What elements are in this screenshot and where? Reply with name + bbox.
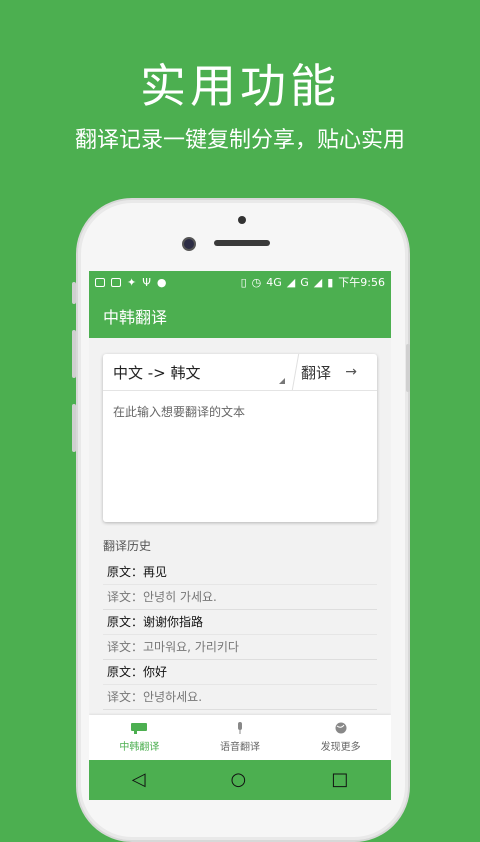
nav-tab-translate[interactable]: 中韩翻译: [89, 715, 190, 760]
side-button-left-3: [72, 404, 76, 452]
bottom-navigation: 中韩翻译 语音翻译 发现更多: [89, 715, 391, 760]
network-4g: 4G: [266, 275, 282, 289]
side-button-left-1: [72, 282, 76, 304]
nav-label: 发现更多: [320, 742, 361, 753]
battery-icon: ▮: [327, 275, 334, 289]
history-source: 原文：再见: [107, 565, 168, 579]
source-text-input[interactable]: 在此输入想要翻译的文本: [103, 391, 377, 432]
recents-icon[interactable]: □: [331, 771, 348, 789]
history-source: 原文：你好: [107, 665, 168, 679]
side-button-right: [406, 344, 410, 392]
microphone-icon: [238, 722, 242, 734]
side-button-left-2: [72, 330, 76, 378]
network-g: G: [300, 275, 309, 289]
history-entry[interactable]: 原文：再见 译文：안녕히 가세요.: [103, 560, 377, 610]
language-pair-label: 中文 -> 韩文: [113, 363, 201, 382]
history-entry[interactable]: 原文：谢谢你指路 译文：고마워요, 가리키다: [103, 610, 377, 660]
history-entry[interactable]: 原文：你好 译文：안녕하세요.: [103, 660, 377, 710]
clock: 下午9:56: [338, 276, 385, 289]
image-icon: [111, 277, 121, 287]
translate-button[interactable]: 翻译 →: [295, 362, 377, 383]
nav-label: 中韩翻译: [119, 742, 160, 753]
running-icon: ✦: [127, 275, 137, 289]
nav-tab-discover[interactable]: 发现更多: [290, 715, 391, 760]
sensor-dot: [238, 216, 246, 224]
promo-title: 实用功能: [140, 59, 340, 113]
alarm-icon: ◷: [251, 275, 262, 289]
system-navigation-bar: ◁ ○ □: [89, 760, 391, 800]
nav-label: 语音翻译: [220, 742, 260, 753]
android-icon: ●: [156, 275, 167, 289]
app-title: 中韩翻译: [103, 307, 168, 327]
language-pair-dropdown[interactable]: 中文 -> 韩文: [103, 354, 295, 390]
promo-subtitle: 翻译记录一键复制分享，贴心实用: [74, 128, 405, 153]
signal-icon: ◢: [313, 275, 323, 289]
usb-icon: Ψ: [142, 275, 151, 289]
earpiece-speaker: [214, 240, 270, 246]
vibrate-icon: ▯: [240, 275, 247, 289]
status-bar: ✦ Ψ ● ▯ ◷ 4G ◢ G ◢ ▮ 下午9:56: [89, 271, 391, 293]
history-target: 译文：고마워요, 가리키다: [103, 634, 377, 659]
back-icon[interactable]: ◁: [132, 771, 146, 789]
dropdown-corner-icon: [279, 378, 285, 384]
nav-tab-voice[interactable]: 语音翻译: [190, 715, 291, 760]
translator-card: 中文 -> 韩文 翻译 → 在此输入想要翻译的文本: [103, 354, 377, 522]
translator-header: 中文 -> 韩文 翻译 →: [103, 354, 377, 391]
globe-icon: [335, 722, 347, 734]
signal-icon: ◢: [286, 275, 296, 289]
front-camera: [182, 237, 196, 251]
arrow-right-icon: →: [345, 364, 357, 380]
app-bar: 中韩翻译: [89, 293, 391, 338]
history-title: 翻译历史: [103, 539, 152, 553]
history-target: 译文：안녕히 가세요.: [103, 584, 377, 609]
translation-history: 翻译历史 原文：再见 译文：안녕히 가세요. 原文：谢谢你指路 译文：고마워요,…: [103, 537, 377, 710]
input-placeholder: 在此输入想要翻译的文本: [113, 405, 246, 419]
home-icon[interactable]: ○: [231, 771, 247, 789]
history-target: 译文：안녕하세요.: [103, 684, 377, 709]
history-source: 原文：谢谢你指路: [107, 615, 204, 629]
phone-screen: ✦ Ψ ● ▯ ◷ 4G ◢ G ◢ ▮ 下午9:56 中韩翻译 中文 -> 韩…: [89, 271, 391, 800]
translate-icon: [131, 723, 148, 734]
translate-button-label: 翻译: [301, 363, 332, 382]
voicemail-icon: [95, 277, 105, 287]
